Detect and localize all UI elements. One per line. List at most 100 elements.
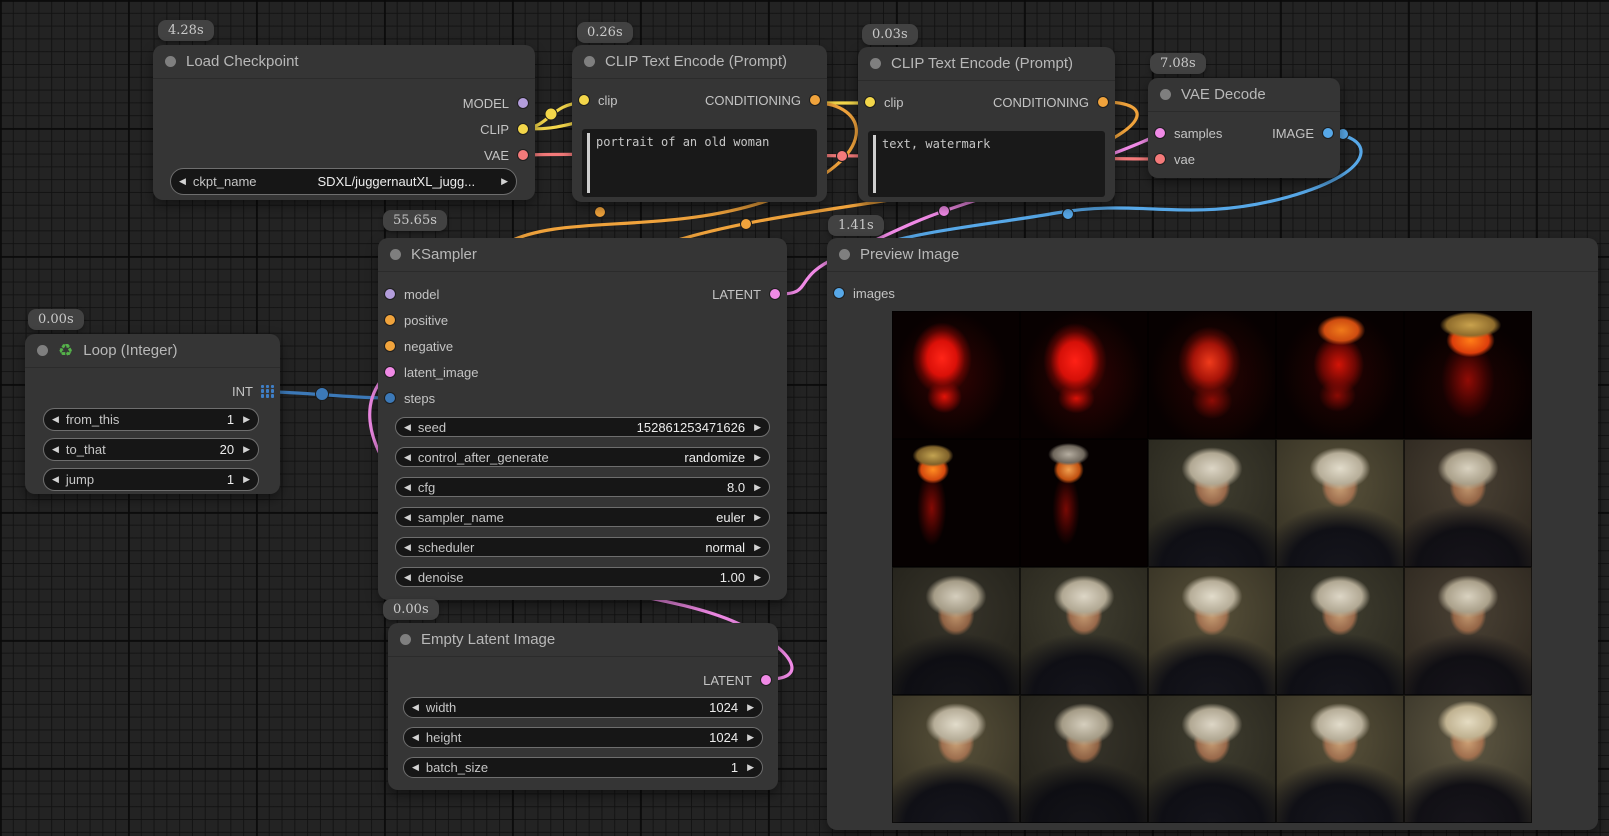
collapse-dot[interactable] [165,56,176,67]
prompt-textarea[interactable]: portrait of an old woman [582,129,817,197]
left-arrow-icon[interactable]: ◀ [52,415,59,424]
collapse-dot[interactable] [390,249,401,260]
output-label: CONDITIONING [705,93,801,108]
images-input-port[interactable] [833,287,845,299]
node-title-bar[interactable]: Empty Latent Image [388,623,778,657]
image-output-port[interactable] [1322,127,1334,139]
right-arrow-icon[interactable]: ▶ [754,453,761,462]
node-loop-integer[interactable]: ♻ Loop (Integer) INT ◀ from_this 1 ▶ ◀ t… [25,334,280,494]
right-arrow-icon[interactable]: ▶ [754,543,761,552]
seed-widget[interactable]: ◀ seed 152861253471626 ▶ [395,417,770,437]
node-title-bar[interactable]: Preview Image [827,238,1598,272]
negative-input-port[interactable] [384,340,396,352]
clip-output-port[interactable] [517,123,529,135]
left-arrow-icon[interactable]: ◀ [404,483,411,492]
left-arrow-icon[interactable]: ◀ [404,423,411,432]
right-arrow-icon[interactable]: ▶ [754,423,761,432]
exec-time-badge: 0.00s [383,599,439,620]
widget-label: denoise [418,570,464,585]
right-arrow-icon[interactable]: ▶ [501,177,508,186]
model-output-port[interactable] [517,97,529,109]
preview-cell [1276,439,1404,567]
left-arrow-icon[interactable]: ◀ [412,733,419,742]
node-title-bar[interactable]: CLIP Text Encode (Prompt) [572,45,827,79]
node-title-bar[interactable]: KSampler [378,238,787,272]
steps-input-port[interactable] [384,392,396,404]
collapse-dot[interactable] [37,345,48,356]
node-vae-decode[interactable]: VAE Decode samples IMAGE vae [1148,78,1340,178]
right-arrow-icon[interactable]: ▶ [243,415,250,424]
preview-cell [1148,567,1276,695]
conditioning-output-port[interactable] [809,94,821,106]
node-title: Empty Latent Image [421,631,555,648]
right-arrow-icon[interactable]: ▶ [243,475,250,484]
node-preview-image[interactable]: Preview Image images [827,238,1598,830]
scheduler-widget[interactable]: ◀ scheduler normal ▶ [395,537,770,557]
clip-input-port[interactable] [864,96,876,108]
left-arrow-icon[interactable]: ◀ [412,763,419,772]
widget-value: euler [716,510,745,525]
from-this-widget[interactable]: ◀ from_this 1 ▶ [43,408,259,431]
ckpt-name-widget[interactable]: ◀ ckpt_name SDXL/juggernautXL_jugg... ▶ [170,168,517,195]
collapse-dot[interactable] [870,58,881,69]
latent-output-port[interactable] [760,674,772,686]
collapse-dot[interactable] [1160,89,1171,100]
exec-time-badge: 0.26s [577,22,633,43]
left-arrow-icon[interactable]: ◀ [404,543,411,552]
collapse-dot[interactable] [584,56,595,67]
node-title: Loop (Integer) [83,342,177,359]
left-arrow-icon[interactable]: ◀ [404,573,411,582]
vae-output-port[interactable] [517,149,529,161]
node-title-bar[interactable]: VAE Decode [1148,78,1340,112]
widget-label: control_after_generate [418,450,549,465]
to-that-widget[interactable]: ◀ to_that 20 ▶ [43,438,259,461]
jump-widget[interactable]: ◀ jump 1 ▶ [43,468,259,491]
model-input-port[interactable] [384,288,396,300]
comfyui-canvas[interactable]: { "nodes": { "load_checkpoint": { "badge… [0,0,1609,836]
node-title-bar[interactable]: Load Checkpoint [153,45,535,79]
left-arrow-icon[interactable]: ◀ [179,177,186,186]
conditioning-output-port[interactable] [1097,96,1109,108]
input-label: samples [1174,126,1222,141]
samples-input-port[interactable] [1154,127,1166,139]
latent-output-port[interactable] [769,288,781,300]
right-arrow-icon[interactable]: ▶ [754,483,761,492]
right-arrow-icon[interactable]: ▶ [747,703,754,712]
node-ksampler[interactable]: KSampler model LATENT positive negative … [378,238,787,600]
right-arrow-icon[interactable]: ▶ [754,513,761,522]
node-clip-text-encode-positive[interactable]: CLIP Text Encode (Prompt) clip CONDITION… [572,45,827,202]
width-widget[interactable]: ◀ width 1024 ▶ [403,697,763,718]
collapse-dot[interactable] [839,249,850,260]
clip-input-port[interactable] [578,94,590,106]
vae-input-port[interactable] [1154,153,1166,165]
left-arrow-icon[interactable]: ◀ [52,475,59,484]
right-arrow-icon[interactable]: ▶ [747,733,754,742]
right-arrow-icon[interactable]: ▶ [243,445,250,454]
control-after-generate-widget[interactable]: ◀ control_after_generate randomize ▶ [395,447,770,467]
node-title-bar[interactable]: ♻ Loop (Integer) [25,334,280,368]
right-arrow-icon[interactable]: ▶ [754,573,761,582]
prompt-textarea[interactable]: text, watermark [868,131,1105,197]
node-empty-latent-image[interactable]: Empty Latent Image LATENT ◀ width 1024 ▶… [388,623,778,790]
output-label: VAE [484,148,509,163]
left-arrow-icon[interactable]: ◀ [412,703,419,712]
node-title-bar[interactable]: CLIP Text Encode (Prompt) [858,47,1115,81]
link-dot [741,219,752,230]
widget-value: 8.0 [727,480,745,495]
left-arrow-icon[interactable]: ◀ [404,453,411,462]
sampler-name-widget[interactable]: ◀ sampler_name euler ▶ [395,507,770,527]
node-load-checkpoint[interactable]: Load Checkpoint MODEL CLIP VAE ◀ ckpt_na… [153,45,535,200]
latent-image-input-port[interactable] [384,366,396,378]
link-dot [316,388,329,401]
positive-input-port[interactable] [384,314,396,326]
right-arrow-icon[interactable]: ▶ [747,763,754,772]
left-arrow-icon[interactable]: ◀ [52,445,59,454]
left-arrow-icon[interactable]: ◀ [404,513,411,522]
batch-size-widget[interactable]: ◀ batch_size 1 ▶ [403,757,763,778]
height-widget[interactable]: ◀ height 1024 ▶ [403,727,763,748]
node-clip-text-encode-negative[interactable]: CLIP Text Encode (Prompt) clip CONDITION… [858,47,1115,202]
collapse-dot[interactable] [400,634,411,645]
cfg-widget[interactable]: ◀ cfg 8.0 ▶ [395,477,770,497]
int-list-output-port[interactable] [261,385,274,398]
denoise-widget[interactable]: ◀ denoise 1.00 ▶ [395,567,770,587]
